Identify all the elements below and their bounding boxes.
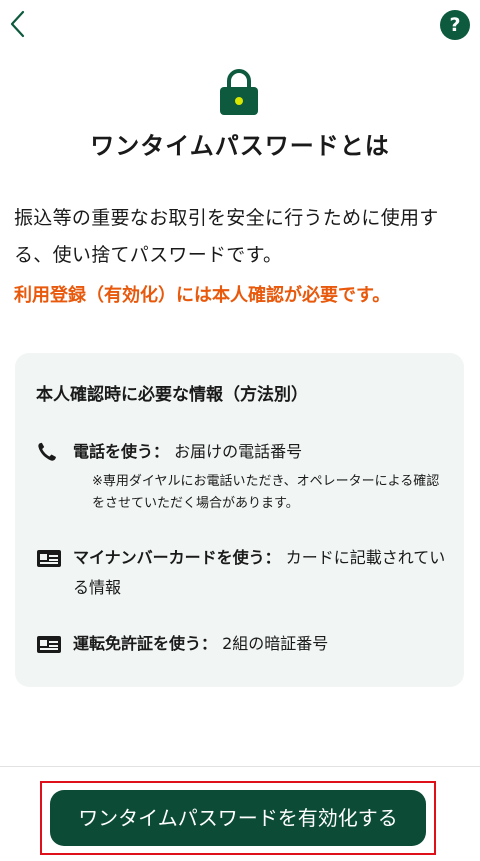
screen: ? ワンタイムパスワードとは 振込等の重要なお取引を安全に行うために使用する、使… bbox=[0, 0, 480, 861]
lock-icon bbox=[220, 69, 258, 115]
cta-highlight: ワンタイムパスワードを有効化する bbox=[40, 781, 436, 855]
method-note: ※専用ダイヤルにお電話いただき、オペレーターによる確認をさせていただく場合があり… bbox=[92, 474, 440, 511]
phone-icon bbox=[38, 442, 56, 461]
chevron-left-icon bbox=[10, 10, 25, 38]
info-card: 本人確認時に必要な情報（方法別） 電話を使う： お届けの電話番号 ※専用ダイヤル… bbox=[15, 353, 464, 687]
method-text: 電話を使う： お届けの電話番号 bbox=[73, 437, 453, 467]
intro-description: 振込等の重要なお取引を安全に行うために使用する、使い捨てパスワードです。 bbox=[14, 207, 439, 266]
back-button[interactable] bbox=[2, 4, 34, 44]
method-value: 2組の暗証番号 bbox=[222, 634, 329, 653]
card-title: 本人確認時に必要な情報（方法別） bbox=[36, 385, 308, 405]
help-button[interactable]: ? bbox=[440, 10, 470, 40]
footer: ワンタイムパスワードを有効化する bbox=[0, 766, 480, 861]
identity-verification-warning: 利用登録（有効化）には本人確認が必要です。 bbox=[14, 285, 391, 306]
method-value: お届けの電話番号 bbox=[174, 442, 303, 461]
method-label: マイナンバーカードを使う： bbox=[73, 548, 281, 567]
question-icon: ? bbox=[449, 14, 461, 36]
page-title: ワンタイムパスワードとは bbox=[90, 132, 390, 160]
method-text: 運転免許証を使う： 2組の暗証番号 bbox=[73, 629, 453, 659]
id-card-icon bbox=[37, 550, 61, 567]
method-label: 運転免許証を使う： bbox=[73, 634, 218, 653]
method-label: 電話を使う： bbox=[73, 442, 170, 461]
activate-otp-button[interactable]: ワンタイムパスワードを有効化する bbox=[50, 790, 426, 846]
method-text: マイナンバーカードを使う： カードに記載されている情報 bbox=[73, 543, 453, 603]
id-card-icon bbox=[37, 636, 61, 653]
